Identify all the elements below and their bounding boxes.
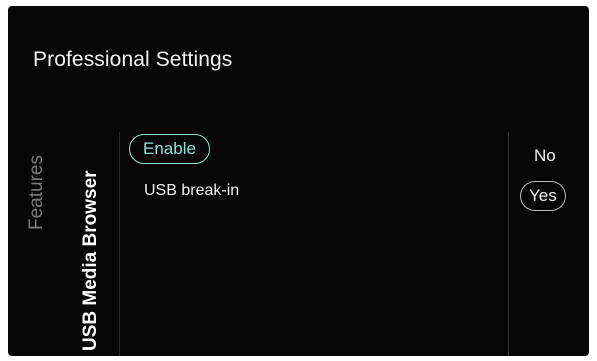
- breadcrumb-current-usb-media-browser[interactable]: USB Media Browser: [80, 170, 102, 351]
- column-divider-right: [508, 132, 509, 356]
- submenu-item-enable[interactable]: Enable: [129, 134, 210, 164]
- option-yes[interactable]: Yes: [520, 181, 566, 211]
- page-title: Professional Settings: [33, 48, 233, 71]
- breadcrumb-parent-features[interactable]: Features: [26, 155, 48, 230]
- column-divider-left: [119, 132, 120, 356]
- tv-settings-screen: Professional Settings Features USB Media…: [8, 6, 589, 356]
- option-no[interactable]: No: [534, 146, 556, 166]
- submenu-item-usb-break-in[interactable]: USB break-in: [144, 181, 239, 201]
